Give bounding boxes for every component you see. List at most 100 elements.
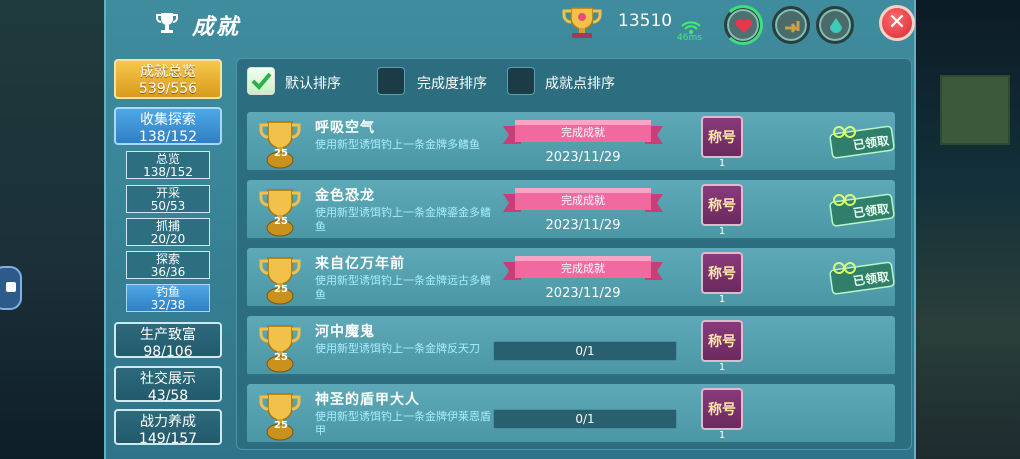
gold-cup-icon [259, 393, 301, 441]
achievement-list: 默认排序 完成度排序 成就点排序 25 呼吸空气 使用新型诱饵钓上一条金牌多鳍鱼… [236, 58, 912, 450]
nav-production[interactable]: 生产致富 98/106 [114, 322, 222, 360]
completed-date: 2023/11/29 [545, 150, 621, 165]
nav-sub-overview[interactable]: 总览 138/152 [126, 151, 210, 179]
achievement-desc: 使用新型诱饵钓上一条金牌伊莱恩盾甲 [315, 410, 491, 437]
action-button[interactable] [772, 6, 810, 44]
achievement-points: 25 [274, 216, 288, 227]
badge-label: 称号 [708, 198, 736, 214]
top-bar: 成就 13510 46ms ✕ [106, 0, 915, 46]
nav-sub-count: 50/53 [150, 199, 186, 213]
achievement-row[interactable]: 25 呼吸空气 使用新型诱饵钓上一条金牌多鳍鱼 完成成就 2023/11/29 … [247, 112, 895, 172]
badge-label: 称号 [708, 130, 736, 146]
progress-text: 0/1 [575, 412, 595, 426]
badge-count: 1 [718, 430, 726, 441]
ping-value: 46ms [677, 33, 702, 43]
sort-points-checkbox[interactable] [507, 67, 535, 95]
nav-label: 战力养成 [140, 414, 196, 430]
achievement-row[interactable]: 25 河中魔鬼 使用新型诱饵钓上一条金牌反天刀 0/1 称号 1 [247, 316, 895, 376]
completed-date: 2023/11/29 [545, 286, 621, 301]
nav-label: 社交展示 [140, 371, 196, 387]
progress-text: 0/1 [575, 344, 595, 358]
nav-sub-fishing[interactable]: 钓鱼 32/38 [126, 284, 210, 312]
nav-social[interactable]: 社交展示 43/58 [114, 366, 222, 404]
points-total: 13510 [618, 11, 673, 31]
completed-status: 完成成就 [561, 194, 605, 207]
badge-label: 称号 [708, 402, 736, 418]
background-right [908, 0, 1020, 459]
badge-count: 1 [718, 294, 726, 305]
sort-completion-label: 完成度排序 [417, 76, 487, 92]
world-block [940, 75, 1010, 145]
sort-default-checkbox[interactable] [247, 67, 275, 95]
arrow-icon [785, 21, 800, 33]
progress-bar: 0/1 [493, 409, 677, 429]
floating-side-button[interactable] [0, 266, 22, 310]
achievement-name: 来自亿万年前 [315, 256, 405, 272]
achievement-points: 25 [274, 420, 288, 431]
gold-cup-icon [259, 121, 301, 169]
nav-collect-explore[interactable]: 收集探索 138/152 [114, 107, 222, 145]
achievement-panel: 成就 13510 46ms ✕ 成就总览 539/556 收集探索 138/15… [104, 0, 916, 459]
achievement-desc: 使用新型诱饵钓上一条金牌反天刀 [315, 342, 480, 355]
water-button[interactable] [816, 6, 854, 44]
sort-default-label: 默认排序 [285, 76, 341, 92]
achievement-name: 金色恐龙 [315, 188, 375, 204]
title-reward-badge[interactable]: 称号 [701, 388, 743, 430]
close-icon: ✕ [887, 10, 907, 35]
achievement-name: 神圣的盾甲大人 [315, 392, 420, 408]
sort-points-label: 成就点排序 [545, 76, 615, 92]
badge-label: 称号 [708, 266, 736, 282]
nav-sub-capture[interactable]: 抓捕 20/20 [126, 218, 210, 246]
achievement-desc: 使用新型诱饵钓上一条金牌鎏金多鳍鱼 [315, 206, 491, 233]
nav-label: 生产致富 [140, 327, 196, 343]
trophy-icon [156, 13, 178, 33]
nav-combat[interactable]: 战力养成 149/157 [114, 409, 222, 447]
completed-status: 完成成就 [561, 126, 605, 139]
achievement-desc: 使用新型诱饵钓上一条金牌多鳍鱼 [315, 138, 480, 151]
achievement-row[interactable]: 25 金色恐龙 使用新型诱饵钓上一条金牌鎏金多鳍鱼 完成成就 2023/11/2… [247, 180, 895, 240]
title-reward-badge[interactable]: 称号 [701, 116, 743, 158]
achievement-desc: 使用新型诱饵钓上一条金牌远古多鳍鱼 [315, 274, 491, 301]
background-left [0, 0, 104, 459]
achievement-row[interactable]: 25 来自亿万年前 使用新型诱饵钓上一条金牌远古多鳍鱼 完成成就 2023/11… [247, 248, 895, 308]
gold-cup-icon [259, 325, 301, 373]
achievement-row[interactable]: 25 神圣的盾甲大人 使用新型诱饵钓上一条金牌伊莱恩盾甲 0/1 称号 1 [247, 384, 895, 444]
nav-count: 98/106 [143, 344, 193, 360]
nav-sub-count: 138/152 [143, 165, 193, 179]
drop-icon [830, 18, 842, 33]
badge-count: 1 [718, 362, 726, 373]
gold-cup-icon [259, 189, 301, 237]
nav-sub-mining[interactable]: 开采 50/53 [126, 185, 210, 213]
nav-label: 成就总览 [140, 64, 196, 80]
badge-label: 称号 [708, 334, 736, 350]
title-reward-badge[interactable]: 称号 [701, 252, 743, 294]
heart-icon [735, 18, 753, 33]
achievement-points: 25 [274, 148, 288, 159]
gold-cup-icon [259, 257, 301, 305]
health-button[interactable] [723, 5, 763, 45]
achievement-name: 河中魔鬼 [315, 324, 375, 340]
check-icon [251, 72, 272, 90]
page-title: 成就 [192, 15, 241, 40]
achievement-points: 25 [274, 352, 288, 363]
points-trophy-icon [562, 7, 602, 38]
nav-count: 149/157 [138, 431, 198, 447]
side-button-icon [6, 282, 16, 292]
title-reward-badge[interactable]: 称号 [701, 184, 743, 226]
sort-completion-checkbox[interactable] [377, 67, 405, 95]
progress-bar: 0/1 [493, 341, 677, 361]
badge-count: 1 [718, 158, 726, 169]
achievement-name: 呼吸空气 [315, 120, 375, 136]
nav-overview[interactable]: 成就总览 539/556 [114, 59, 222, 99]
nav-count: 138/152 [138, 129, 198, 145]
nav-sub-count: 36/36 [150, 265, 186, 279]
close-button[interactable]: ✕ [879, 5, 915, 41]
achievement-points: 25 [274, 284, 288, 295]
title-reward-badge[interactable]: 称号 [701, 320, 743, 362]
nav-count: 539/556 [138, 81, 198, 97]
nav-sub-count: 20/20 [150, 232, 186, 246]
badge-count: 1 [718, 226, 726, 237]
nav-sub-explore[interactable]: 探索 36/36 [126, 251, 210, 279]
nav-count: 43/58 [147, 388, 189, 404]
completed-date: 2023/11/29 [545, 218, 621, 233]
